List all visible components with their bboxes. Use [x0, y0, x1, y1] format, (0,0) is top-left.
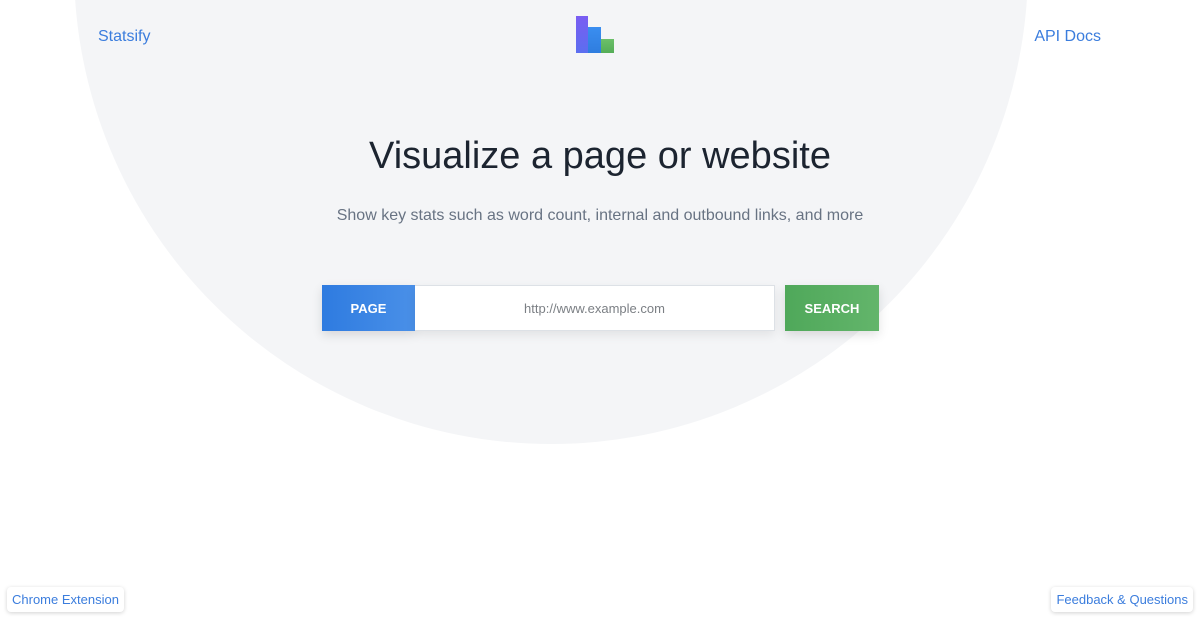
url-input[interactable] [415, 285, 775, 331]
page-title: Visualize a page or website [369, 135, 831, 177]
search-bar: PAGE SEARCH [322, 285, 879, 331]
chrome-extension-link[interactable]: Chrome Extension [7, 587, 124, 612]
page: Statsify API Docs Visualize a page or we… [0, 0, 1200, 617]
search-button[interactable]: SEARCH [785, 285, 879, 331]
feedback-link[interactable]: Feedback & Questions [1051, 587, 1193, 612]
mode-select-button[interactable]: PAGE [322, 285, 415, 331]
page-subtitle: Show key stats such as word count, inter… [336, 207, 864, 224]
brand-link[interactable]: Statsify [98, 28, 150, 46]
api-docs-link[interactable]: API Docs [1034, 28, 1101, 46]
bar-chart-logo-icon[interactable] [576, 16, 614, 53]
